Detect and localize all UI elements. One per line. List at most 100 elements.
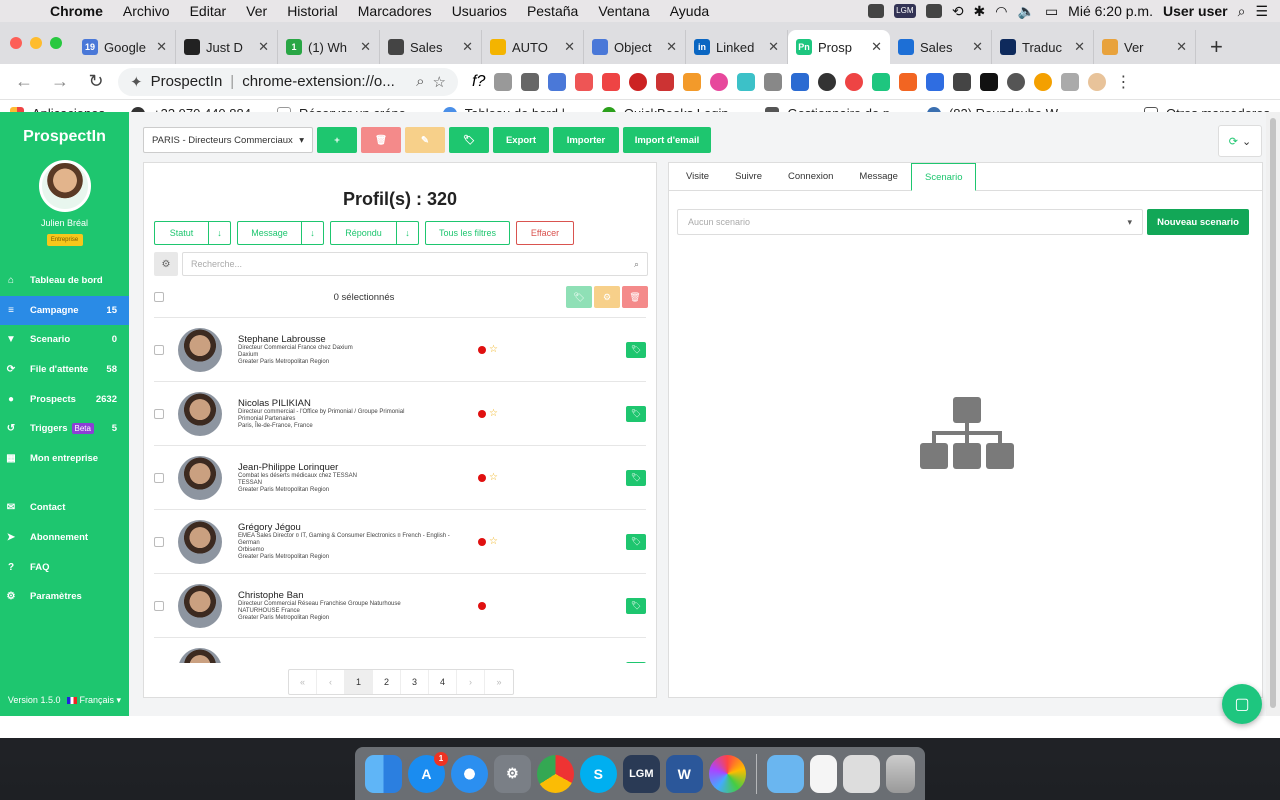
page-number[interactable]: 3: [401, 670, 429, 694]
extension-icon-17[interactable]: [1061, 72, 1080, 91]
page-nav-button[interactable]: ›: [457, 670, 485, 694]
new-scenario-button[interactable]: Nouveau scenario: [1147, 209, 1249, 235]
extension-icon-15[interactable]: [1007, 72, 1026, 91]
menu-pestana[interactable]: Pestaña: [517, 3, 588, 19]
page-number[interactable]: 1: [345, 670, 373, 694]
trash-icon[interactable]: [885, 754, 916, 793]
adblock-extension-icon[interactable]: [629, 72, 648, 91]
extension-icon-1[interactable]: [494, 72, 513, 91]
profile-row[interactable]: Grégory Jégou EMEA Sales Director ¤ IT, G…: [154, 509, 646, 573]
extension-icon-10[interactable]: [845, 72, 864, 91]
word-icon[interactable]: W: [665, 754, 703, 793]
extension-icon-13[interactable]: [953, 72, 972, 91]
browser-tab[interactable]: Sales ✕: [380, 30, 482, 64]
edit-campaign-button[interactable]: ✎: [405, 127, 445, 153]
browser-tab[interactable]: Just D ✕: [176, 30, 278, 64]
close-tab-icon[interactable]: ✕: [258, 39, 269, 55]
page-nav-button[interactable]: ‹: [317, 670, 345, 694]
document-icon[interactable]: [809, 754, 837, 793]
profile-row[interactable]: Christophe Ban Directeur Commercial Résea…: [154, 573, 646, 637]
new-tab-button[interactable]: +: [1196, 30, 1237, 64]
all-filters-button[interactable]: Tous les filtres: [425, 221, 510, 245]
skype-icon[interactable]: S: [579, 754, 617, 793]
bulk-delete-button[interactable]: 🗑: [622, 286, 648, 308]
browser-tab[interactable]: Pn Prosp ✕: [788, 30, 890, 64]
scenario-select[interactable]: Aucun scenario ▾: [677, 209, 1143, 235]
star-icon[interactable]: ☆: [489, 344, 498, 355]
notification-center-icon[interactable]: ☰: [1255, 3, 1268, 20]
preview-icon[interactable]: [842, 754, 880, 793]
folder-icon[interactable]: [766, 754, 804, 793]
page-scrollbar[interactable]: [1266, 112, 1280, 716]
sidebar-item[interactable]: ? FAQ: [0, 552, 129, 582]
menu-editar[interactable]: Editar: [180, 3, 237, 19]
menu-ayuda[interactable]: Ayuda: [660, 3, 719, 19]
maximize-window-button[interactable]: [50, 37, 62, 49]
profile-name[interactable]: Nicolas PILIKIAN: [238, 398, 468, 409]
star-icon[interactable]: ☆: [489, 408, 498, 419]
detail-tab[interactable]: Scenario: [910, 163, 977, 191]
close-tab-icon[interactable]: ✕: [462, 39, 473, 55]
menu-ventana[interactable]: Ventana: [588, 3, 659, 19]
detail-tab[interactable]: Visite: [673, 163, 722, 190]
spotlight-icon[interactable]: ⌕: [1238, 3, 1246, 20]
detail-tab[interactable]: Suivre: [722, 163, 775, 190]
browser-tab[interactable]: Object ✕: [584, 30, 686, 64]
bulk-settings-button[interactable]: ⚙: [594, 286, 620, 308]
extension-icon-3[interactable]: [656, 72, 675, 91]
extension-icon-5[interactable]: [710, 72, 729, 91]
volume-icon[interactable]: 🔈: [1018, 3, 1035, 20]
reload-icon[interactable]: ↻: [82, 71, 110, 92]
brand-logo[interactable]: ProspectIn: [0, 112, 129, 146]
browser-tab[interactable]: 19 Google ✕: [74, 30, 176, 64]
sidebar-item[interactable]: ↺ Triggers Beta 5: [0, 414, 129, 444]
menu-ver[interactable]: Ver: [236, 3, 277, 19]
browser-tab[interactable]: in Linked ✕: [686, 30, 788, 64]
extension-icon-14[interactable]: [980, 72, 999, 91]
menu-user[interactable]: User user: [1163, 3, 1228, 19]
tag-button[interactable]: 🏷: [626, 469, 646, 486]
bulk-tag-button[interactable]: 🏷: [566, 286, 592, 308]
profile-name[interactable]: Grégory Jégou: [238, 522, 468, 533]
profile-row[interactable]: Jean-Philippe Lorinquer Combat les désert…: [154, 445, 646, 509]
extension-icon-8[interactable]: [791, 72, 810, 91]
import-email-button[interactable]: Import d'email: [623, 127, 711, 153]
pocket-extension-icon[interactable]: [602, 72, 621, 91]
extension-icon-6[interactable]: [737, 72, 756, 91]
page-number[interactable]: 4: [429, 670, 457, 694]
profile-row[interactable]: Nicolas Valverde🏷: [154, 637, 646, 663]
battery-icon[interactable]: ▭: [1045, 3, 1058, 20]
prospectin-extension-icon[interactable]: [872, 72, 891, 91]
bookmark-star-icon[interactable]: ☆: [433, 73, 446, 91]
lgm-icon[interactable]: LGM: [893, 4, 916, 18]
close-tab-icon[interactable]: ✕: [156, 39, 167, 55]
row-checkbox[interactable]: [154, 472, 164, 483]
delete-campaign-button[interactable]: 🗑: [361, 127, 401, 153]
tag-button[interactable]: 🏷: [626, 661, 646, 663]
wifi-icon[interactable]: ◠: [995, 3, 1007, 20]
app-store-icon[interactable]: A1: [407, 751, 448, 793]
photos-icon[interactable]: [708, 754, 746, 793]
browser-tab[interactable]: Traduc ✕: [992, 30, 1094, 64]
profile-name[interactable]: Christophe Ban: [238, 590, 468, 601]
replied-filter-button[interactable]: Répondu ↓: [330, 221, 419, 245]
campaign-select[interactable]: PARIS - Directeurs Commerciaux ▾: [143, 127, 313, 153]
forward-icon[interactable]: →: [46, 71, 74, 92]
browser-tab[interactable]: Ver ✕: [1094, 30, 1196, 64]
sidebar-item[interactable]: ✉ Contact: [0, 493, 129, 523]
clear-filters-button[interactable]: Effacer: [516, 221, 574, 245]
eyedropper-extension-icon[interactable]: [521, 72, 540, 91]
row-checkbox[interactable]: [154, 408, 164, 419]
creative-cloud-icon[interactable]: [867, 4, 884, 18]
menu-marcadores[interactable]: Marcadores: [348, 3, 442, 19]
sidebar-item[interactable]: ● Prospects 2632: [0, 384, 129, 414]
star-icon[interactable]: ☆: [489, 472, 498, 483]
menu-usuarios[interactable]: Usuarios: [442, 3, 517, 19]
browser-tab[interactable]: AUTO ✕: [482, 30, 584, 64]
close-tab-icon[interactable]: ✕: [564, 39, 575, 55]
minimize-window-button[interactable]: [30, 37, 42, 49]
sidebar-item[interactable]: ⟳ File d'attente 58: [0, 355, 129, 385]
sidebar-item[interactable]: ≡ Campagne 15: [0, 295, 129, 326]
tag-button[interactable]: 🏷: [626, 341, 646, 358]
tag-button[interactable]: 🏷: [626, 533, 646, 550]
